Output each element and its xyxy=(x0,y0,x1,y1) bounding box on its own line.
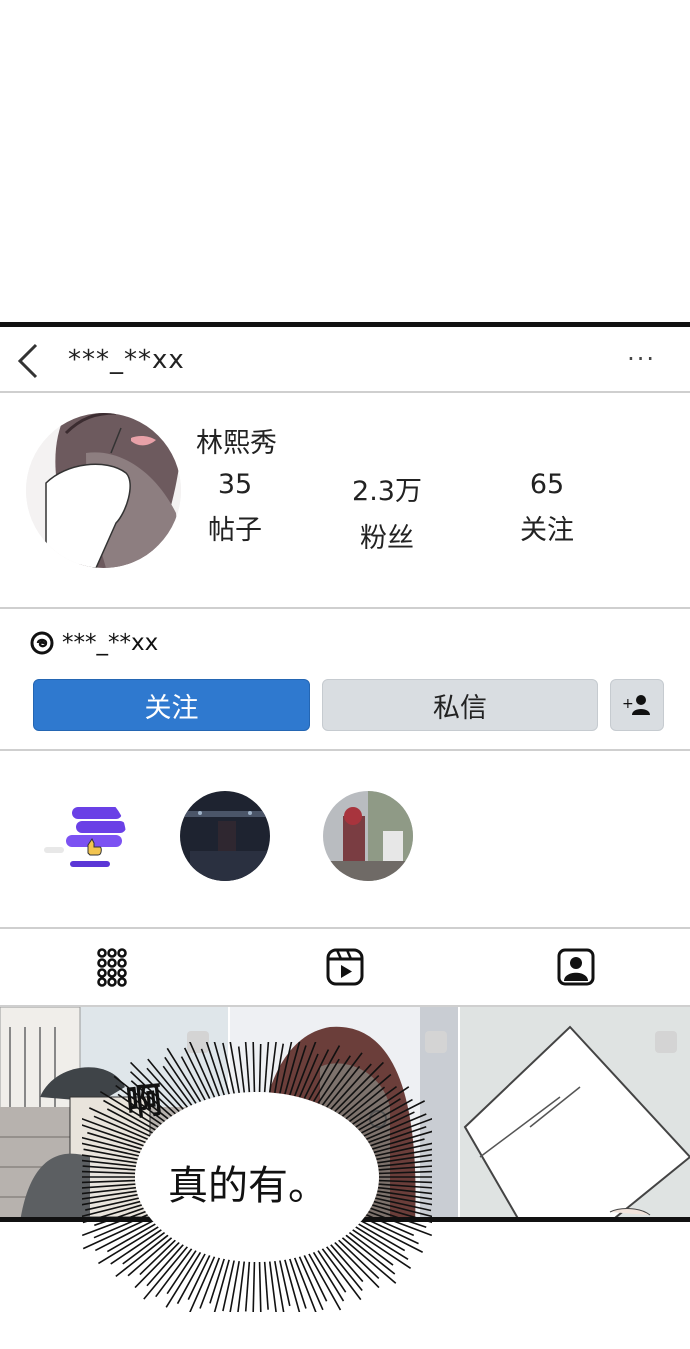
stat-following-label: 关注 xyxy=(520,515,574,546)
content-tabs xyxy=(0,929,690,1007)
night-scene-thumbnail xyxy=(180,791,270,881)
suggest-user-button[interactable]: + xyxy=(610,679,664,731)
profile-username: ***_**xx xyxy=(68,345,185,375)
stat-following[interactable]: 65 关注 xyxy=(492,469,602,547)
profile-header: 林熙秀 35 帖子 2.3万 粉丝 65 关注 xyxy=(0,393,690,609)
street-scene-thumbnail xyxy=(323,791,413,881)
stat-followers[interactable]: 2.3万 粉丝 xyxy=(332,469,442,555)
highlight-2[interactable] xyxy=(180,791,270,881)
sound-effect-text: 啊 xyxy=(124,1079,165,1125)
threads-icon xyxy=(30,631,54,655)
stat-posts-count: 35 xyxy=(217,469,253,500)
post-thumbnail-3[interactable] xyxy=(460,1007,690,1217)
tagged-icon[interactable] xyxy=(556,947,596,987)
stat-posts[interactable]: 35 帖子 xyxy=(180,469,290,547)
profile-avatar[interactable] xyxy=(26,413,181,568)
highlight-3[interactable] xyxy=(323,791,413,881)
threads-handle-row[interactable]: ***_**xx xyxy=(30,625,158,661)
stat-followers-count: 2.3万 xyxy=(352,476,422,507)
stat-posts-label: 帖子 xyxy=(208,515,262,546)
story-highlights xyxy=(0,751,690,929)
speech-bubble-text: 真的有。 xyxy=(168,1163,328,1209)
highlight-1[interactable] xyxy=(36,791,126,881)
reels-icon[interactable] xyxy=(325,947,365,987)
follow-button[interactable]: 关注 xyxy=(33,679,310,731)
grid-icon[interactable] xyxy=(96,947,136,987)
post-image-3 xyxy=(460,1007,690,1217)
stat-followers-label: 粉丝 xyxy=(360,523,414,554)
top-bar: ***_**xx ··· xyxy=(0,327,690,393)
message-button[interactable]: 私信 xyxy=(322,679,598,731)
thumbs-up-logo-icon xyxy=(36,791,126,881)
threads-handle-text: ***_**xx xyxy=(62,630,159,656)
back-arrow-icon[interactable] xyxy=(14,341,44,381)
avatar-illustration xyxy=(26,413,181,568)
stat-following-count: 65 xyxy=(529,469,565,500)
svg-text:+: + xyxy=(622,696,634,712)
display-name: 林熙秀 xyxy=(196,428,277,459)
add-person-icon: + xyxy=(622,695,650,715)
more-options-icon[interactable]: ··· xyxy=(627,345,656,373)
